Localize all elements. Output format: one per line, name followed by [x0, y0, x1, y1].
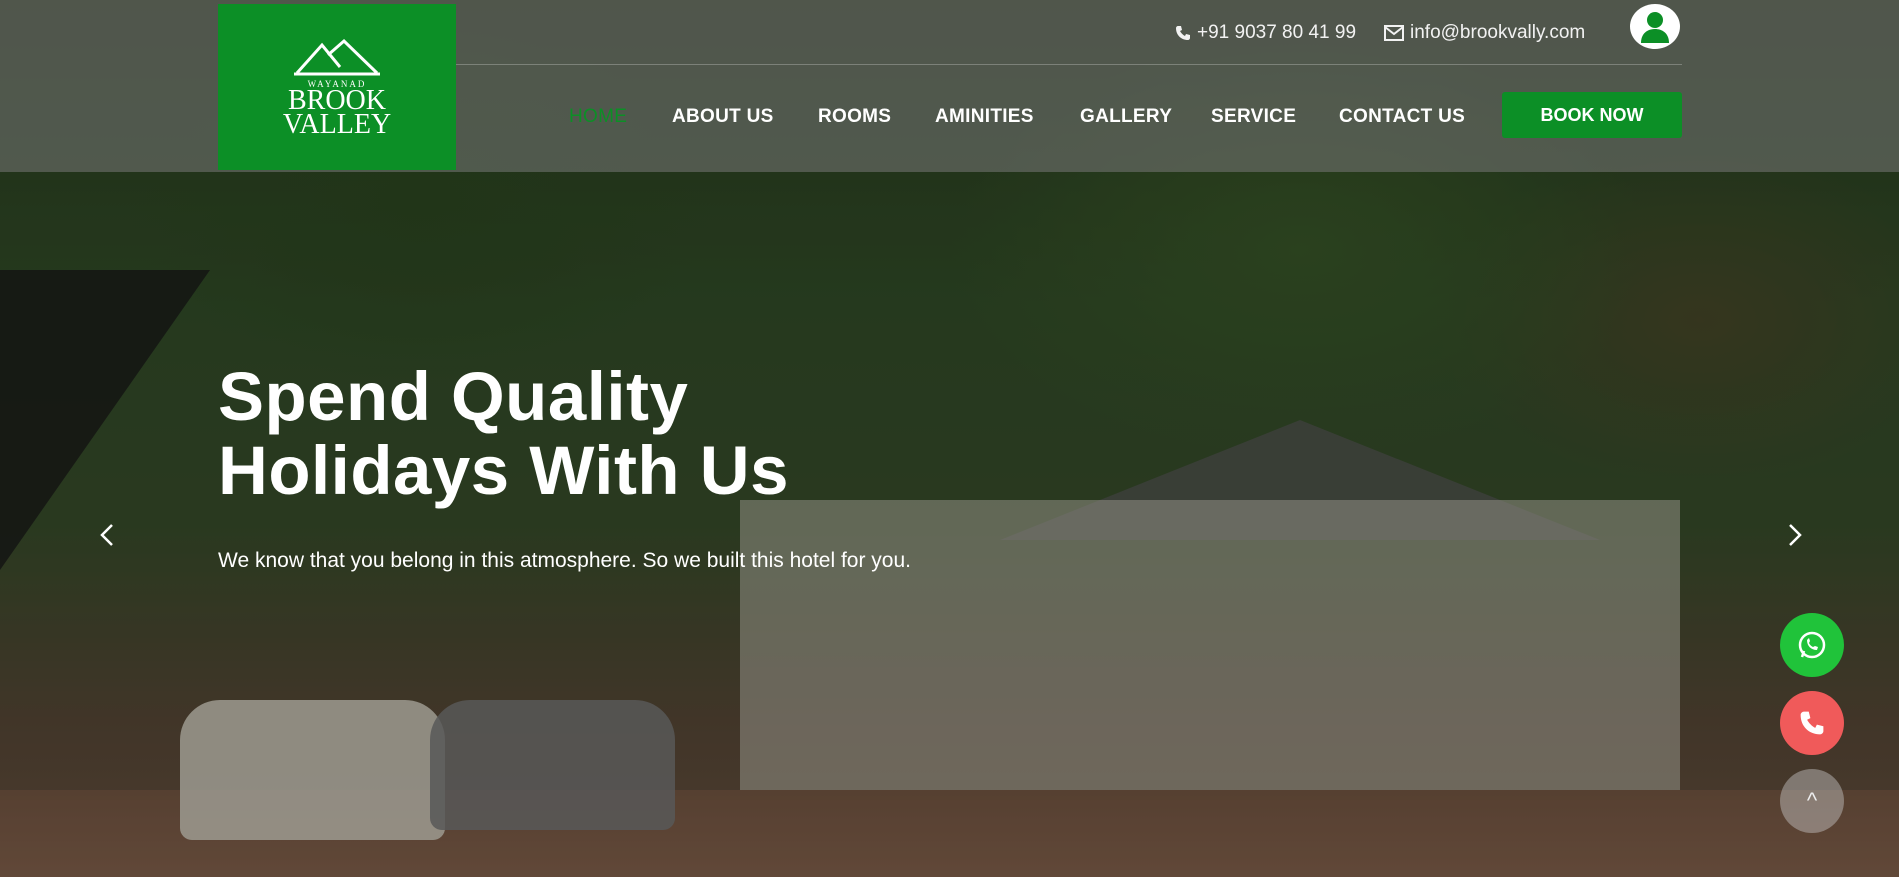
- whatsapp-icon: [1798, 631, 1826, 659]
- user-account-button[interactable]: [1630, 4, 1680, 49]
- arrow-up-icon: ^: [1806, 788, 1818, 813]
- site-logo[interactable]: WAYANAD BROOK VALLEY: [218, 4, 456, 170]
- phone-number: +91 9037 80 41 99: [1197, 22, 1357, 43]
- nav-rooms[interactable]: ROOMS: [818, 106, 891, 128]
- hero-headline-line2: Holidays With Us: [218, 432, 789, 509]
- hero-subtext: We know that you belong in this atmosphe…: [218, 549, 911, 572]
- chevron-left-icon: [100, 524, 113, 546]
- email-link[interactable]: info@brookvally.com: [1384, 22, 1585, 44]
- nav-gallery[interactable]: GALLERY: [1080, 106, 1172, 128]
- header-divider: [456, 64, 1682, 65]
- book-now-button[interactable]: BOOK NOW: [1502, 92, 1682, 138]
- nav-contact-us[interactable]: CONTACT US: [1339, 106, 1465, 128]
- mountain-logo-icon: [294, 38, 380, 76]
- email-address: info@brookvally.com: [1410, 22, 1586, 43]
- logo-line2: VALLEY: [282, 109, 392, 140]
- envelope-icon: [1384, 25, 1404, 41]
- scroll-to-top-button[interactable]: ^: [1780, 769, 1844, 833]
- nav-home[interactable]: HOME: [569, 106, 627, 128]
- call-button[interactable]: [1780, 691, 1844, 755]
- user-icon: [1641, 11, 1669, 43]
- nav-about-us[interactable]: ABOUT US: [672, 106, 774, 128]
- phone-call-icon: [1800, 711, 1824, 735]
- whatsapp-button[interactable]: [1780, 613, 1844, 677]
- hero-headline-line1: Spend Quality: [218, 358, 689, 435]
- hero-headline: Spend Quality Holidays With Us: [218, 360, 938, 508]
- slider-prev-button[interactable]: [92, 520, 122, 550]
- nav-aminities[interactable]: AMINITIES: [935, 106, 1034, 128]
- chevron-right-icon: [1789, 524, 1802, 546]
- phone-link[interactable]: +91 9037 80 41 99: [1175, 22, 1356, 44]
- nav-service[interactable]: SERVICE: [1211, 106, 1296, 128]
- slider-next-button[interactable]: [1780, 520, 1810, 550]
- phone-icon: [1176, 26, 1190, 40]
